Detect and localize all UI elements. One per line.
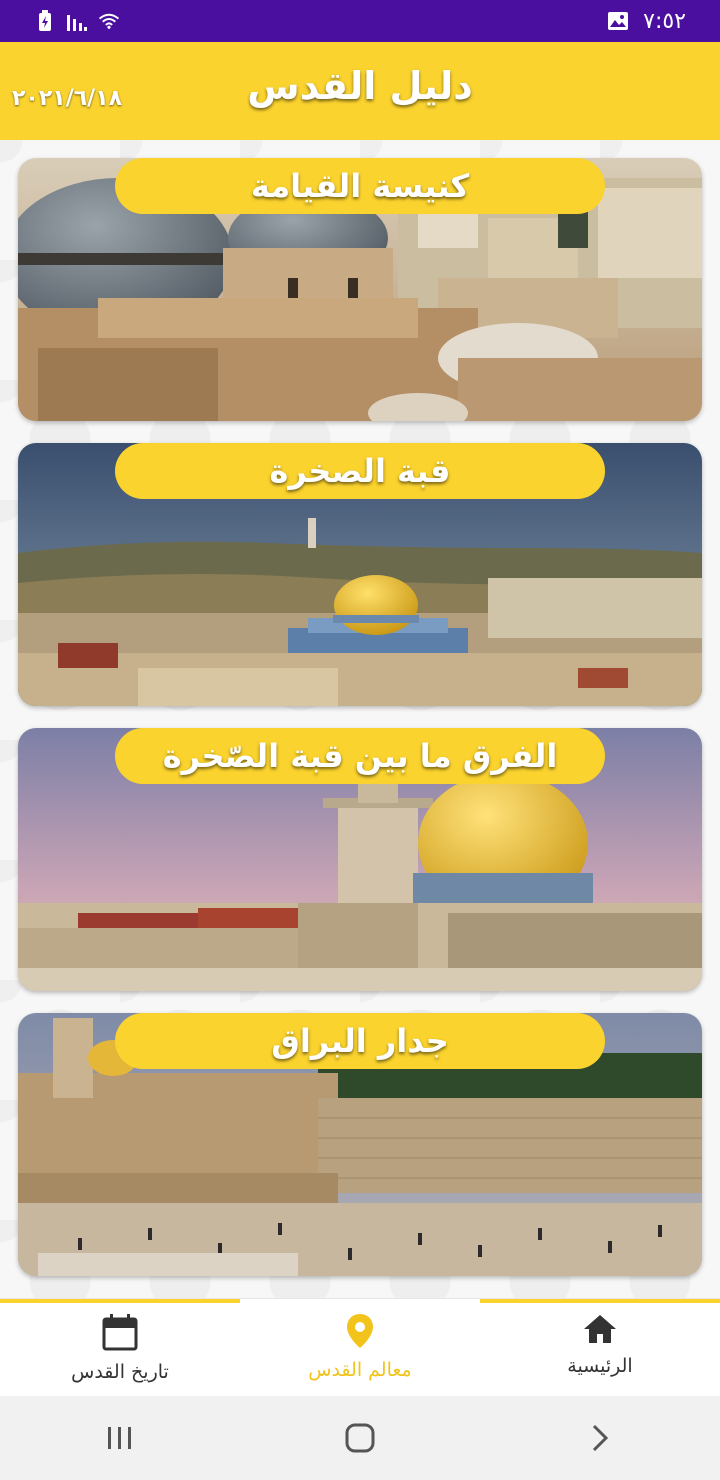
nav-item-home[interactable]: الرئيسية <box>480 1299 720 1397</box>
landmark-title: كنيسة القيامة <box>115 158 605 214</box>
nav-label-landmarks: معالم القدس <box>308 1359 412 1381</box>
status-icons <box>34 10 120 32</box>
nav-item-history[interactable]: تاريخ القدس <box>0 1299 240 1397</box>
nav-label-history: تاريخ القدس <box>71 1361 169 1383</box>
calendar-icon <box>102 1313 138 1355</box>
landmark-title: جدار البراق <box>115 1013 605 1069</box>
home-button-icon[interactable] <box>330 1408 390 1468</box>
nav-item-landmarks[interactable]: معالم القدس <box>240 1299 480 1397</box>
signal-icon <box>66 10 88 32</box>
wifi-icon <box>98 10 120 32</box>
app-bar: دليل القدس ٢٠٢١/٦/١٨ <box>0 42 720 140</box>
back-icon[interactable] <box>570 1408 630 1468</box>
clock: ٧:٥٢ <box>643 8 686 34</box>
gallery-notification-icon <box>607 10 629 32</box>
home-icon <box>582 1313 618 1349</box>
landmark-card-western-wall[interactable]: جدار البراق <box>18 1013 702 1276</box>
nav-label-home: الرئيسية <box>567 1355 633 1377</box>
landmark-card-dome-of-the-rock[interactable]: قبة الصخرة <box>18 443 702 706</box>
location-pin-icon <box>345 1313 375 1353</box>
landmark-card-holy-sepulchre[interactable]: كنيسة القيامة <box>18 158 702 421</box>
landmark-title: الفرق ما بين قبة الصّخرة <box>115 728 605 784</box>
landmark-title: قبة الصخرة <box>115 443 605 499</box>
system-navigation-bar <box>0 1396 720 1480</box>
recent-apps-icon[interactable] <box>90 1408 150 1468</box>
bottom-navigation: تاريخ القدس معالم القدس الرئيسية <box>0 1298 720 1396</box>
landmarks-list[interactable]: كنيسة القيامة قبة الصخرة الفرق ما بين قب… <box>0 140 720 1298</box>
landmark-card-difference[interactable]: الفرق ما بين قبة الصّخرة <box>18 728 702 991</box>
battery-charging-icon <box>34 10 56 32</box>
status-bar: ٧:٥٢ <box>0 0 720 42</box>
app-date: ٢٠٢١/٦/١٨ <box>12 86 123 111</box>
